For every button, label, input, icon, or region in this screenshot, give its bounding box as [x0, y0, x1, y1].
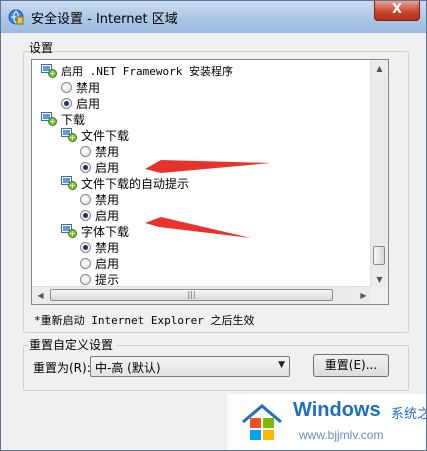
red-arrow-icon — [145, 217, 251, 238]
annotation-arrows — [145, 160, 271, 238]
watermark-url: www.bjjmlv.com — [299, 428, 384, 442]
red-arrow-icon — [145, 160, 271, 173]
watermark-brand: Windows — [293, 399, 381, 421]
security-settings-dialog: 安全设置 - Internet 区域 X 设置 提示 启用 禁用 字体下载 启用 禁用 文件… — [0, 0, 427, 451]
watermark: Windows 系统之家 www.bjjmlv.com — [227, 394, 426, 450]
watermark-cn: 系统之家 — [391, 407, 426, 422]
windows-logo-icon — [242, 404, 282, 440]
